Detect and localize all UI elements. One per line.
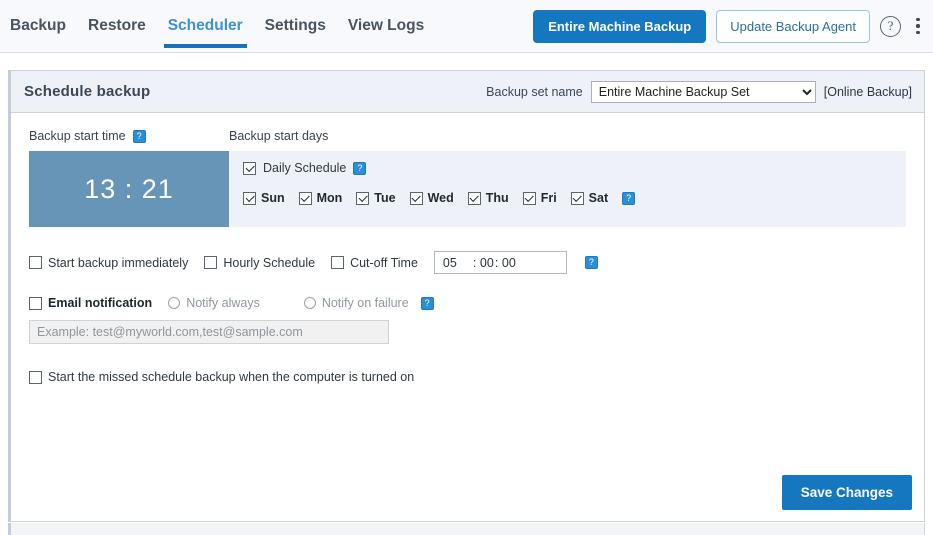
sat-checkbox[interactable] xyxy=(570,191,584,205)
main-tabs: Backup Restore Scheduler Settings View L… xyxy=(0,0,424,52)
daily-schedule-checkbox[interactable] xyxy=(243,161,256,175)
day-checkbox-thu: Thu xyxy=(467,191,509,205)
start-immediately-checkbox[interactable] xyxy=(29,256,42,269)
email-notification-group: Email notification xyxy=(29,296,152,310)
notify-on-failure-label: Notify on failure xyxy=(321,296,409,310)
missed-schedule-label: Start the missed schedule backup when th… xyxy=(48,370,415,384)
fri-label: Fri xyxy=(540,191,557,205)
missed-schedule-checkbox[interactable] xyxy=(29,370,42,384)
day-checkbox-tue: Tue xyxy=(356,191,396,205)
online-backup-tag: [Online Backup] xyxy=(823,84,912,99)
notify-always-label: Notify always xyxy=(186,296,260,310)
tue-checkbox[interactable] xyxy=(356,191,370,205)
tab-settings-label: Settings xyxy=(264,17,326,34)
email-input-placeholder: Example: test@myworld.com,test@sample.co… xyxy=(37,325,303,339)
start-immediately-label: Start backup immediately xyxy=(48,255,189,270)
backup-set-name-label: Backup set name xyxy=(486,84,583,99)
day-checkbox-sat: Sat xyxy=(570,191,609,205)
tab-view-logs[interactable]: View Logs xyxy=(348,0,424,52)
help-circle-icon[interactable]: ? xyxy=(880,15,901,37)
save-changes-button[interactable]: Save Changes xyxy=(781,475,912,510)
wed-label: Wed xyxy=(427,191,454,205)
cutoff-time-input[interactable]: 05 : 00 : 00 xyxy=(433,251,567,274)
backup-start-time-display[interactable]: 13 : 21 xyxy=(29,151,229,227)
weekday-checkbox-row: Sun Mon Tue Wed Thu Fri Sat ? xyxy=(243,191,906,205)
panel-header: Schedule backup Backup set name Entire M… xyxy=(11,71,924,113)
backup-start-days-box: Daily Schedule ? Sun Mon Tue Wed Thu Fri… xyxy=(229,151,906,227)
backup-set-selector-group: Backup set name Entire Machine Backup Se… xyxy=(486,71,912,112)
tab-scheduler-label: Scheduler xyxy=(167,17,243,34)
start-time-value: 13 : 21 xyxy=(84,173,174,204)
schedule-row: 13 : 21 Daily Schedule ? Sun Mon Tue Wed… xyxy=(29,151,906,227)
daily-schedule-help-icon[interactable]: ? xyxy=(353,161,367,175)
kebab-menu-icon[interactable] xyxy=(911,15,925,37)
notify-on-failure-group: Notify on failure ? xyxy=(303,296,434,310)
section-labels-row: Backup start time ? Backup start days xyxy=(29,129,906,143)
start-immediately-group: Start backup immediately xyxy=(29,256,188,270)
tab-scheduler[interactable]: Scheduler xyxy=(163,0,247,52)
sun-label: Sun xyxy=(261,191,285,205)
wed-checkbox[interactable] xyxy=(409,191,423,205)
entire-machine-backup-button[interactable]: Entire Machine Backup xyxy=(533,9,707,43)
panel-body: Backup start time ? Backup start days 13… xyxy=(11,113,924,522)
backup-start-time-label: Backup start time xyxy=(29,129,126,143)
cutoff-time-group: Cut-off Time xyxy=(331,256,418,270)
day-checkbox-sun: Sun xyxy=(243,191,285,205)
email-notification-help-icon[interactable]: ? xyxy=(420,296,434,310)
cutoff-seconds: : 00 xyxy=(494,255,516,270)
top-navigation-bar: Backup Restore Scheduler Settings View L… xyxy=(0,0,933,53)
day-checkbox-fri: Fri xyxy=(522,191,557,205)
backup-start-days-label: Backup start days xyxy=(229,129,329,143)
tue-label: Tue xyxy=(374,191,396,205)
weekdays-help-icon[interactable]: ? xyxy=(622,191,636,205)
cutoff-time-checkbox[interactable] xyxy=(331,256,345,269)
hourly-schedule-checkbox[interactable] xyxy=(204,256,218,269)
page-title: Schedule backup xyxy=(24,83,151,100)
cutoff-hours: 05 xyxy=(442,255,457,270)
day-checkbox-mon: Mon xyxy=(298,191,343,205)
notify-always-radio[interactable] xyxy=(168,297,181,309)
backup-set-select[interactable]: Entire Machine Backup Set xyxy=(590,80,816,103)
hourly-schedule-label: Hourly Schedule xyxy=(223,255,316,270)
missed-schedule-row: Start the missed schedule backup when th… xyxy=(29,370,906,384)
schedule-backup-panel: Schedule backup Backup set name Entire M… xyxy=(8,70,925,522)
tab-settings[interactable]: Settings xyxy=(265,0,326,52)
cutoff-time-label: Cut-off Time xyxy=(350,255,418,270)
email-notification-label: Email notification xyxy=(48,296,153,310)
tab-view-logs-label: View Logs xyxy=(347,17,425,34)
fri-checkbox[interactable] xyxy=(522,191,536,205)
notify-always-group: Notify always xyxy=(168,296,260,310)
notify-on-failure-radio[interactable] xyxy=(303,297,316,309)
email-notification-checkbox[interactable] xyxy=(29,296,42,310)
thu-label: Thu xyxy=(485,191,509,205)
update-backup-agent-button[interactable]: Update Backup Agent xyxy=(716,9,870,43)
day-checkbox-wed: Wed xyxy=(409,191,454,205)
backup-start-time-label-group: Backup start time ? xyxy=(29,129,229,143)
cutoff-minutes: : 00 xyxy=(472,255,494,270)
sat-label: Sat xyxy=(588,191,609,205)
sun-checkbox[interactable] xyxy=(243,191,256,205)
tab-restore[interactable]: Restore xyxy=(88,0,146,52)
thu-checkbox[interactable] xyxy=(467,191,481,205)
tab-restore-label: Restore xyxy=(88,17,146,34)
email-notification-row: Email notification Notify always Notify … xyxy=(29,296,906,310)
scheduler-page: Backup Restore Scheduler Settings View L… xyxy=(0,0,933,535)
options-row: Start backup immediately Hourly Schedule… xyxy=(29,251,906,274)
top-action-buttons: Entire Machine Backup Update Backup Agen… xyxy=(533,0,925,52)
daily-schedule-label: Daily Schedule xyxy=(263,161,347,175)
hourly-schedule-group: Hourly Schedule xyxy=(204,256,315,270)
tab-backup-label: Backup xyxy=(10,17,66,34)
mon-label: Mon xyxy=(316,191,343,205)
backup-start-days-label-group: Backup start days xyxy=(229,129,328,143)
start-time-help-icon[interactable]: ? xyxy=(132,129,146,143)
mon-checkbox[interactable] xyxy=(298,191,312,205)
daily-schedule-row: Daily Schedule ? xyxy=(243,161,906,175)
footer-strip xyxy=(8,523,925,535)
tab-backup[interactable]: Backup xyxy=(10,0,66,52)
cutoff-time-help-icon[interactable]: ? xyxy=(584,256,598,269)
email-address-input[interactable]: Example: test@myworld.com,test@sample.co… xyxy=(29,320,389,344)
